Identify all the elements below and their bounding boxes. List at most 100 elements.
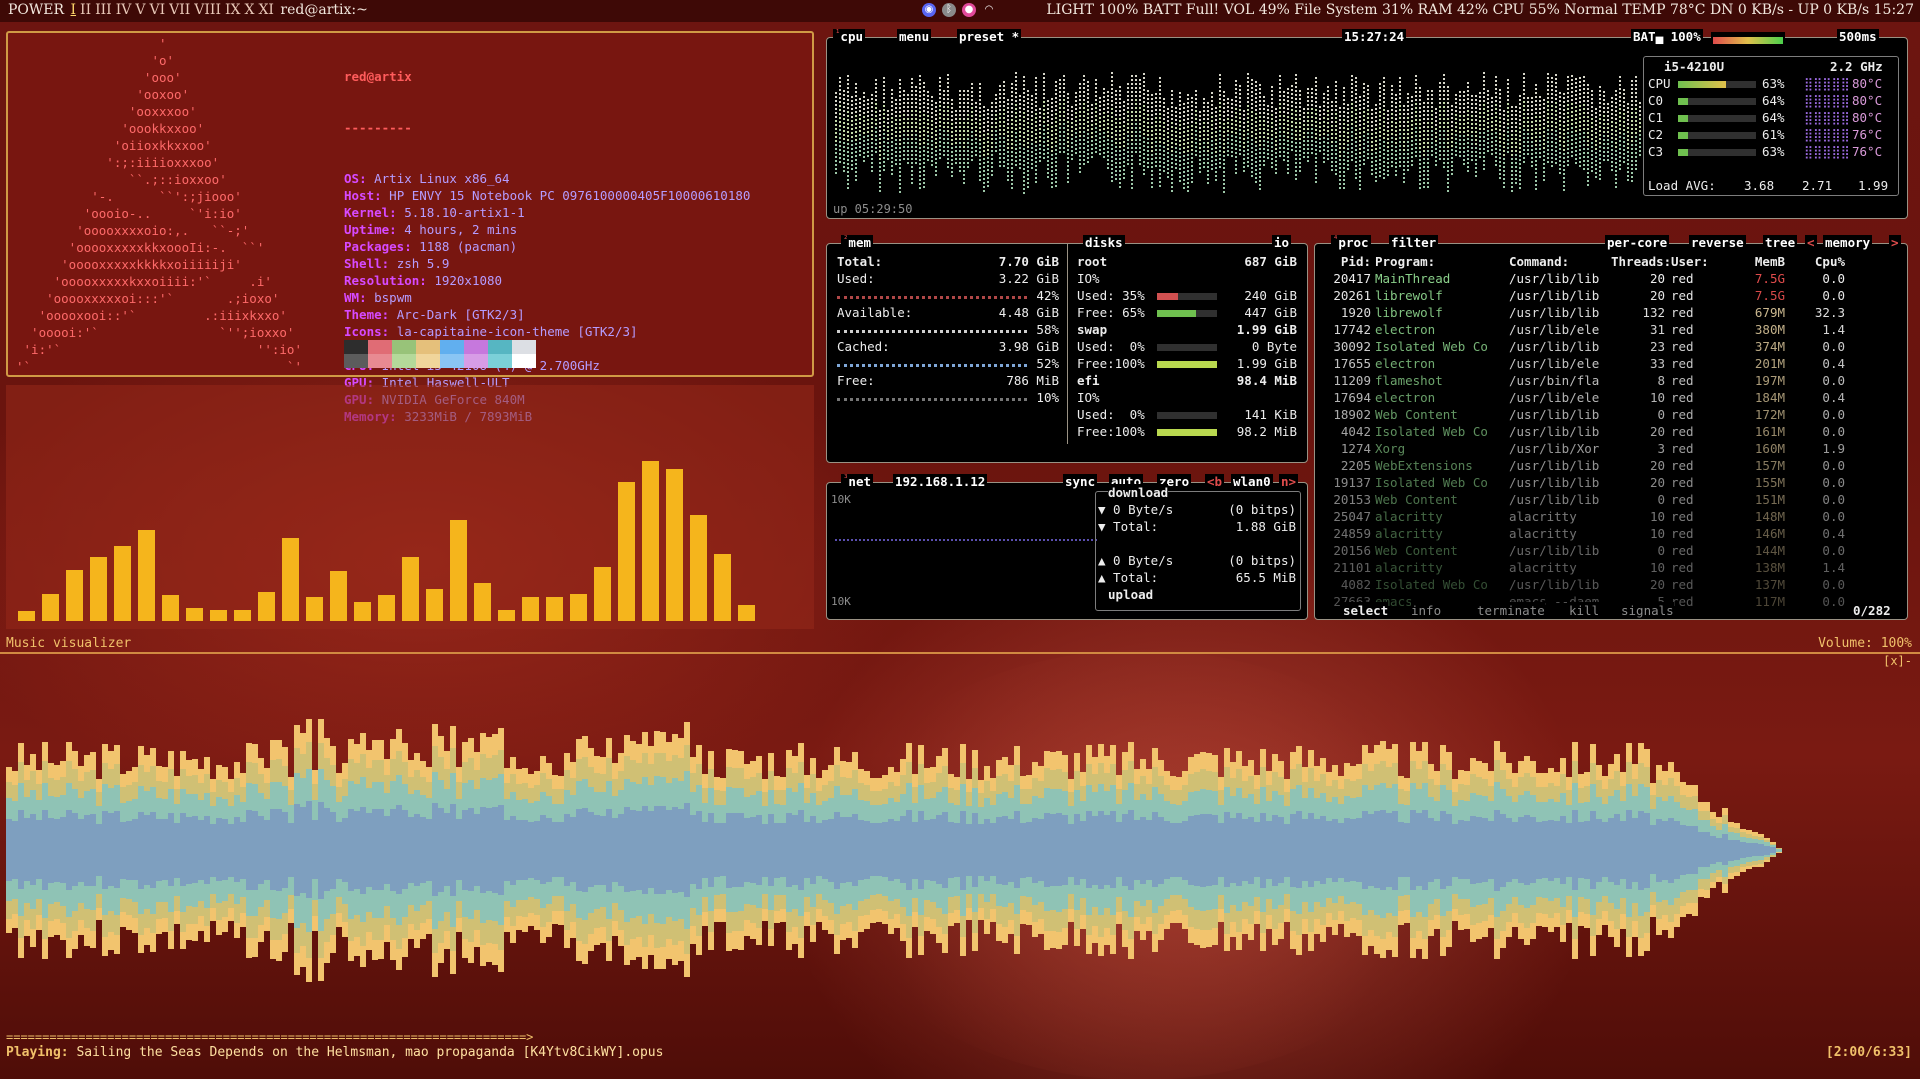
mem-cached-label: Cached:: [837, 339, 890, 354]
proc-cell: /usr/lib/lib: [1509, 492, 1600, 507]
proc-cell: 3: [1657, 441, 1665, 456]
proc-cell: red: [1671, 322, 1694, 337]
cava-bar: [330, 571, 347, 621]
volume-indicator[interactable]: Volume: 100%: [1818, 636, 1912, 651]
core-temp-graph: ⣿⣿⣿⣿⣿: [1804, 144, 1850, 159]
io-toggle[interactable]: io: [1272, 235, 1292, 250]
clock: 15:27:24: [1342, 29, 1407, 44]
proc-col-header[interactable]: Threads:: [1611, 253, 1671, 270]
proc-cell: 8: [1657, 373, 1665, 388]
neofetch-window[interactable]: ' 'o' 'ooo' 'ooxoo' 'ooxxxoo' 'oookkxxoo…: [6, 31, 814, 424]
cava-bar: [666, 469, 683, 621]
now-playing: Playing: Sailing the Seas Depends on the…: [6, 1045, 663, 1060]
workspace-3[interactable]: III: [95, 2, 112, 18]
wifi-icon[interactable]: ◠: [982, 3, 996, 17]
sort-next[interactable]: >: [1889, 235, 1901, 250]
menu-button[interactable]: menu: [897, 29, 932, 44]
btop-cpu-panel[interactable]: ¹cpu menu preset * 15:27:24 BAT▄ 100% 50…: [826, 29, 1908, 219]
info-value: 4 hours, 2 mins: [404, 222, 518, 237]
net-sync-toggle[interactable]: sync: [1063, 474, 1098, 489]
cava-bar: [714, 554, 731, 621]
proc-col-header[interactable]: User:: [1671, 253, 1721, 270]
palette-swatch: [392, 354, 416, 368]
proc-cell: Isolated Web Co: [1375, 475, 1488, 490]
net-graph: [835, 539, 1097, 541]
cpu-model: i5-4210U: [1664, 59, 1725, 74]
tree-toggle[interactable]: tree: [1763, 235, 1798, 250]
interval-control[interactable]: 500ms: [1837, 29, 1879, 44]
reverse-toggle[interactable]: reverse: [1689, 235, 1746, 250]
info-field: Shell: zsh 5.9: [344, 256, 450, 271]
workspace-1[interactable]: I: [71, 2, 77, 18]
upload-bits: (0 bitps): [1228, 553, 1296, 568]
proc-cell: 18902: [1333, 407, 1371, 422]
proc-col-header[interactable]: Program:: [1375, 253, 1505, 270]
workspace-5[interactable]: V: [135, 2, 145, 18]
proc-cell: 0.0: [1822, 288, 1845, 303]
proc-cell: red: [1671, 509, 1694, 524]
proc-cell: 1274: [1340, 441, 1371, 456]
preset-button[interactable]: preset *: [957, 29, 1022, 44]
net-prev-iface[interactable]: <b: [1205, 474, 1225, 489]
kill-button[interactable]: kill: [1569, 602, 1600, 619]
proc-col-header[interactable]: Command:: [1509, 253, 1609, 270]
btop-mem-panel[interactable]: ²mem disks io Total: 7.70 GiB Used: 3.22…: [826, 235, 1308, 463]
workspace-9[interactable]: IX: [225, 2, 241, 18]
workspace-10[interactable]: X: [244, 2, 254, 18]
proc-cell: Isolated Web Co: [1375, 424, 1488, 439]
core-pct: 63%: [1762, 144, 1785, 159]
btop-proc-panel[interactable]: ⁴proc filter per-core reverse tree < mem…: [1314, 235, 1908, 620]
disk-efi-name: efi: [1077, 373, 1100, 388]
bluetooth-icon[interactable]: ᛒ: [942, 3, 956, 17]
proc-filter[interactable]: filter: [1389, 235, 1439, 250]
btop-net-panel[interactable]: ³net 192.168.1.12 sync auto zero <b wlan…: [826, 474, 1308, 620]
disks-title[interactable]: disks: [1083, 235, 1125, 250]
mem-title[interactable]: mem: [848, 235, 871, 250]
power-label[interactable]: POWER: [8, 2, 64, 18]
cpu-title[interactable]: cpu: [840, 29, 863, 44]
workspace-8[interactable]: VIII: [194, 2, 221, 18]
info-key: Resolution: [344, 273, 420, 288]
net-next-iface[interactable]: n>: [1279, 474, 1299, 489]
cava-bar: [258, 592, 275, 621]
firefox-icon[interactable]: ●: [962, 3, 976, 17]
proc-cell: red: [1671, 594, 1694, 609]
proc-col-header[interactable]: Cpu%: [1789, 253, 1845, 270]
info-key: Uptime: [344, 222, 390, 237]
playback-progress[interactable]: ========================================…: [6, 1030, 533, 1044]
palette-swatch: [488, 340, 512, 354]
discord-icon[interactable]: ◉: [922, 3, 936, 17]
proc-cell: red: [1671, 305, 1694, 320]
sort-field[interactable]: memory: [1823, 235, 1873, 250]
net-scale-bottom: 10K: [831, 595, 851, 608]
sort-prev[interactable]: <: [1805, 235, 1817, 250]
proc-title[interactable]: proc: [1338, 235, 1368, 250]
proc-cell: 0.0: [1822, 458, 1845, 473]
info-key: Kernel: [344, 205, 390, 220]
proc-col-header[interactable]: Pid:: [1325, 253, 1371, 270]
workspace-2[interactable]: II: [80, 2, 91, 18]
proc-cell: 32.3: [1814, 305, 1845, 320]
per-core-toggle[interactable]: per-core: [1605, 235, 1670, 250]
disk-efi-io: IO%: [1077, 390, 1100, 405]
proc-col-header[interactable]: MemB: [1729, 253, 1785, 270]
workspace-11[interactable]: XI: [258, 2, 274, 18]
info-button[interactable]: info: [1411, 602, 1442, 619]
cava-bar: [210, 610, 227, 621]
signals-button[interactable]: signals: [1621, 602, 1674, 619]
workspace-7[interactable]: VII: [169, 2, 190, 18]
info-field: Kernel: 5.18.10-artix1-1: [344, 205, 525, 220]
terminate-button[interactable]: terminate: [1477, 602, 1545, 619]
core-temp-graph: ⣿⣿⣿⣿⣿: [1804, 93, 1850, 108]
disk-swap-size: 1.99 GiB: [1236, 322, 1297, 337]
disk-root-used: 240 GiB: [1244, 288, 1297, 303]
cava-visualizer-window[interactable]: [6, 385, 814, 629]
proc-cell: 0.0: [1822, 577, 1845, 592]
select-button[interactable]: select: [1343, 602, 1389, 619]
palette-swatch: [416, 354, 440, 368]
cava-bar: [402, 557, 419, 621]
battery-status: BAT▄ 100%: [1631, 29, 1703, 44]
net-title[interactable]: net: [848, 474, 871, 489]
workspace-4[interactable]: IV: [116, 2, 132, 18]
workspace-6[interactable]: VI: [149, 2, 165, 18]
